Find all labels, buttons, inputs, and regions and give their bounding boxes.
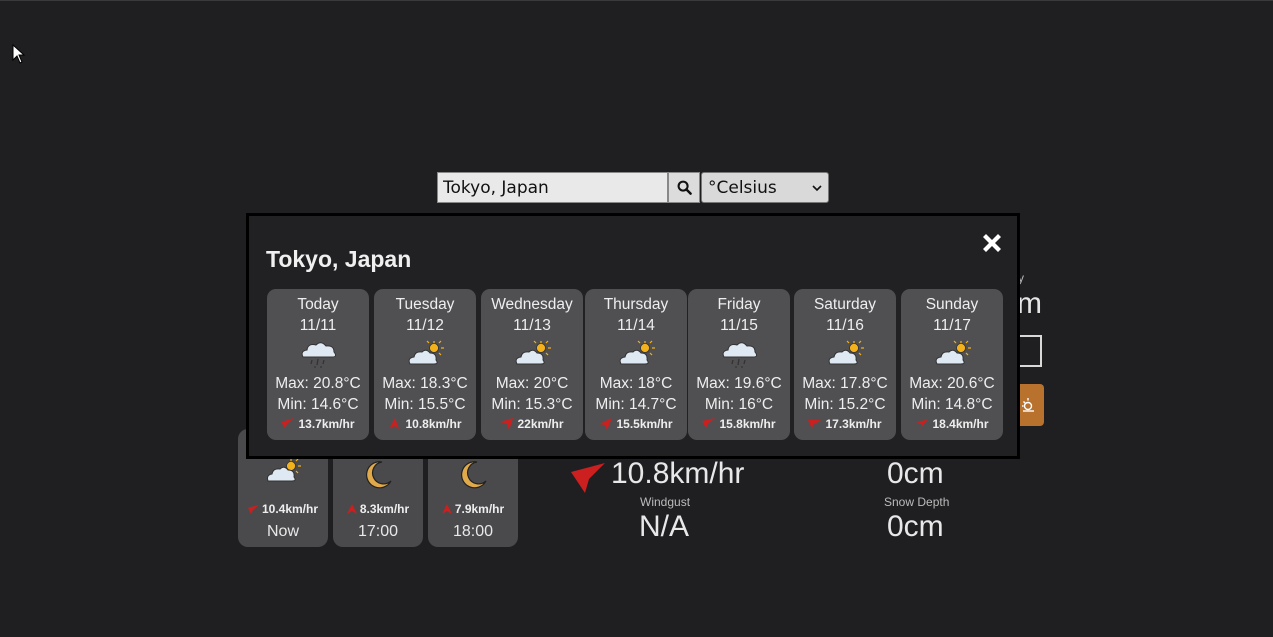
day-date: 11/12 <box>406 317 444 334</box>
day-wind: 17.3km/hr <box>825 417 882 431</box>
forecast-day-card: Sunday 11/17 Max: 20.6°C Min: 14.8°C 18.4km/… <box>901 289 1003 440</box>
partly-cloudy-icon <box>935 340 971 365</box>
forecast-day-card: Tuesday 11/12 Max: 18.3°C Min: 15.5°C 10.8km… <box>374 289 476 440</box>
day-wind: 13.7km/hr <box>298 417 355 431</box>
unit-select[interactable]: °Celsius <box>701 172 829 203</box>
day-date: 11/14 <box>617 317 655 334</box>
wind-direction-icon <box>248 504 259 514</box>
wind-direction-icon <box>281 418 295 428</box>
forecast-day-card: Saturday 11/16 Max: 17.8°C Min: 15.2°C 17.3k… <box>794 289 896 440</box>
hourly-time: 18:00 <box>452 523 494 540</box>
wind-direction-icon <box>500 418 514 430</box>
day-date: 11/15 <box>720 317 758 334</box>
windgust-value: N/A <box>639 510 690 543</box>
day-min-temp: Min: 14.7°C <box>595 396 677 413</box>
partly-cloudy-icon <box>515 340 551 365</box>
day-date: 11/17 <box>933 317 971 334</box>
snow-depth-label: Snow Depth <box>884 495 950 509</box>
day-wind: 10.8km/hr <box>405 417 462 431</box>
mouse-cursor-icon <box>12 44 26 64</box>
location-search-input[interactable] <box>437 172 668 203</box>
hourly-wind: 10.4km/hr <box>261 502 319 516</box>
hourly-time: 17:00 <box>357 523 399 540</box>
day-name: Tuesday <box>395 296 455 313</box>
partly-cloudy-icon <box>619 340 655 365</box>
day-max-temp: Max: 17.8°C <box>802 375 888 392</box>
search-button[interactable] <box>668 172 700 203</box>
snow-value: 0cm <box>887 457 944 490</box>
search-icon <box>677 180 692 195</box>
sunrise-button[interactable] <box>1018 384 1044 426</box>
day-min-temp: Min: 16°C <box>704 396 774 413</box>
moon-icon <box>460 461 487 489</box>
partial-metric-value: m <box>1017 287 1042 320</box>
wind-direction-icon <box>599 418 613 430</box>
wind-direction-icon <box>346 504 357 514</box>
wind-direction-icon <box>916 419 929 429</box>
hourly-time: Now <box>266 523 299 540</box>
forecast-day-card: Wednesday 11/13 Max: 20°C Min: 15.3°C 22km/h… <box>481 289 583 440</box>
partial-box <box>1020 335 1042 367</box>
day-name: Thursday <box>603 296 669 313</box>
day-min-temp: Min: 15.2°C <box>804 396 886 413</box>
day-wind: 15.5km/hr <box>616 417 673 431</box>
day-wind: 15.8km/hr <box>719 417 776 431</box>
windgust-label: Windgust <box>640 495 691 509</box>
weekly-forecast-modal: Tokyo, Japan Today 11/11 Max: 20.8°C Min: 1… <box>246 213 1020 459</box>
day-max-temp: Max: 18°C <box>599 375 673 392</box>
day-max-temp: Max: 20.8°C <box>275 375 361 392</box>
close-button[interactable] <box>979 230 1005 256</box>
chevron-down-icon <box>812 184 822 191</box>
partly-cloudy-icon <box>408 340 444 365</box>
day-date: 11/16 <box>826 317 864 334</box>
wind-direction-icon <box>441 504 452 514</box>
day-date: 11/13 <box>513 317 551 334</box>
modal-title: Tokyo, Japan <box>266 246 412 272</box>
wind-direction-icon <box>389 418 400 429</box>
moon-icon <box>365 461 392 489</box>
partly-cloudy-icon <box>828 340 864 365</box>
day-max-temp: Max: 20.6°C <box>909 375 995 392</box>
partly-cloudy-icon <box>267 458 301 482</box>
hourly-wind: 8.3km/hr <box>359 502 410 516</box>
day-min-temp: Min: 14.6°C <box>277 396 359 413</box>
day-wind: 18.4km/hr <box>932 417 989 431</box>
day-min-temp: Min: 15.5°C <box>384 396 466 413</box>
forecast-day-card: Friday 11/15 Max: 19.6°C Min: 16°C 15.8km/hr <box>688 289 790 440</box>
wind-direction-icon <box>808 420 822 429</box>
day-max-temp: Max: 18.3°C <box>382 375 468 392</box>
sunrise-icon <box>1022 398 1034 412</box>
close-icon <box>983 234 1001 252</box>
day-min-temp: Min: 14.8°C <box>911 396 993 413</box>
rain-icon <box>301 342 337 368</box>
wind-direction-icon <box>702 418 716 428</box>
day-name: Friday <box>717 296 761 313</box>
day-name: Wednesday <box>491 296 573 313</box>
forecast-day-card: Thursday 11/14 Max: 18°C Min: 14.7°C 15.5km/… <box>585 289 687 440</box>
day-wind: 22km/hr <box>517 417 564 431</box>
day-max-temp: Max: 19.6°C <box>696 375 782 392</box>
snow-depth-value: 0cm <box>887 510 944 543</box>
search-bar: °Celsius <box>437 172 829 203</box>
day-max-temp: Max: 20°C <box>495 375 569 392</box>
day-date: 11/11 <box>299 317 337 334</box>
rain-icon <box>722 342 758 368</box>
day-name: Sunday <box>925 296 979 313</box>
day-min-temp: Min: 15.3°C <box>491 396 573 413</box>
unit-select-value: °Celsius <box>708 177 777 198</box>
wind-speed-value: 10.8km/hr <box>611 457 745 490</box>
wind-direction-icon <box>571 463 605 493</box>
day-name: Saturday <box>813 296 877 313</box>
forecast-day-card: Today 11/11 Max: 20.8°C Min: 14.6°C 13.7km/h… <box>267 289 369 440</box>
day-name: Today <box>297 296 339 313</box>
hourly-wind: 7.9km/hr <box>454 502 505 516</box>
